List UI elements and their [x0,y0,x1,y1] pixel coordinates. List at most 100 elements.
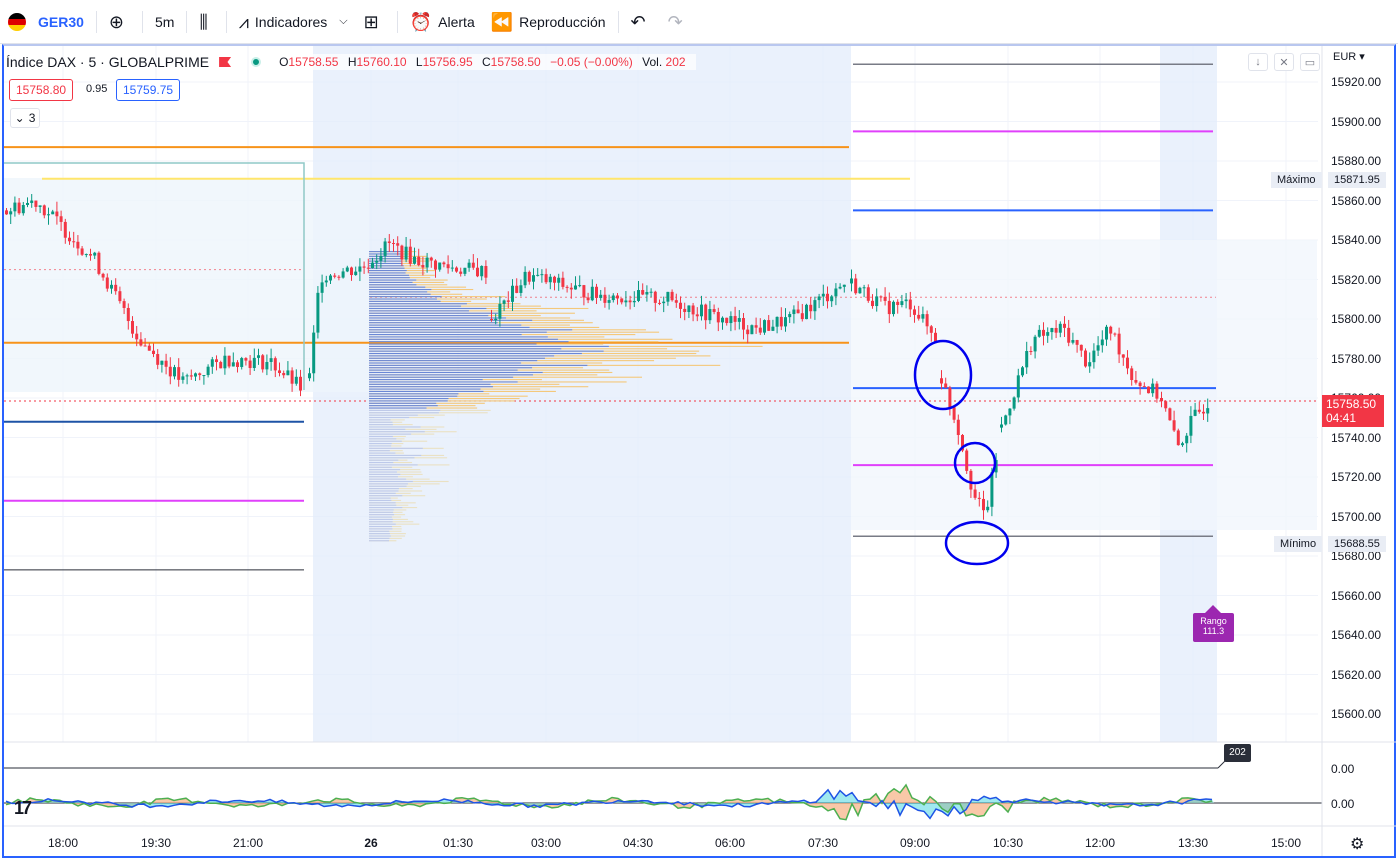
profile-bar-volume [369,395,458,397]
profile-bar-volume [369,272,406,274]
candle-body [80,248,84,255]
collapse-indicators-button[interactable]: ⌄ 3 [10,108,40,128]
profile-bar-volume [369,509,394,511]
candle-body [135,333,139,340]
candle-body [9,211,13,215]
candle-body [189,375,193,377]
candle-body [1067,327,1071,343]
candle-body [624,300,628,303]
price-tick: 15840.00 [1331,233,1382,247]
profile-bar-volume [369,310,469,312]
candle-body [231,362,235,367]
candle-body [763,320,766,333]
candle-body [775,316,779,327]
arrow-down-icon[interactable]: ↓ [1248,53,1268,71]
profile-bar-volume [369,438,397,440]
candle-body [1100,339,1104,346]
candle-body [282,373,286,376]
candle-body [185,375,189,377]
candle-body [1004,415,1008,425]
candle-body [813,300,817,312]
candle-body [89,254,92,256]
profile-bar-volume [369,324,522,326]
tradingview-logo[interactable]: 17 [14,798,32,819]
profile-bar-volume [369,336,548,338]
maximize-pane-icon[interactable]: ▭ [1300,53,1320,71]
candle-body [471,262,475,268]
profile-bar-volume [369,407,427,409]
candle-body [616,295,619,299]
candle-body [1185,435,1189,444]
profile-bar-volume [369,447,423,449]
candle-body [1117,333,1121,355]
profile-bar-volume [369,300,441,302]
change-value: −0.05 (−0.00%) [550,55,633,69]
market-status-icon[interactable] [251,57,262,67]
candle-body [904,299,908,302]
candle-body [366,267,370,269]
candle-body [540,274,544,276]
currency-selector[interactable]: EUR ▾ [1333,50,1365,63]
bar-countdown: 04:41 [1326,411,1357,425]
candle-body [896,301,900,305]
candle-body [371,262,374,268]
candle-body [595,286,598,298]
price-chart[interactable] [0,0,1398,860]
candle-body [569,287,573,290]
open-value: 15758.55 [288,55,339,69]
oscillator-line-blue [5,788,1213,820]
profile-bar-volume [369,419,391,421]
profile-bar-volume [369,362,522,364]
buy-button[interactable]: 15759.75 [116,79,181,101]
profile-bar-volume [369,514,395,516]
candle-body [269,358,273,362]
time-tick: 15:00 [1270,836,1302,850]
candle-body [55,211,59,217]
sell-button[interactable]: 15758.80 [9,79,74,101]
profile-bar-volume [369,393,459,395]
range-badge[interactable]: Rango 111.3 [1193,613,1234,642]
profile-bar-volume [369,383,491,385]
time-tick: 10:30 [992,836,1024,850]
candle-body [750,325,754,335]
indicator-scale-top: 0.00 [1331,762,1355,776]
candle-body [219,362,223,369]
candle-body [324,280,328,283]
profile-bar-volume [369,326,530,328]
candle-body [59,216,63,222]
profile-bar-volume [369,416,410,419]
candle-body [695,314,699,317]
price-tick: 15640.00 [1331,628,1382,642]
candle-body [1016,375,1020,398]
profile-bar-volume [369,471,397,473]
current-price: 15758.50 [1326,397,1377,411]
candle-body [502,300,506,304]
candle-body [842,284,846,287]
candle-body [948,387,952,408]
max-value-tag: 15871.95 [1328,172,1386,188]
candle-body [544,274,548,283]
profile-bar-volume [369,445,392,447]
series-title: Índice DAX · 5 · GLOBALPRIME [6,54,210,70]
price-tick: 15860.00 [1331,193,1382,208]
collapse-pane-icon[interactable]: ✕ [1274,53,1294,71]
max-value: 15871.95 [1334,174,1380,186]
profile-bar-volume [369,424,393,426]
profile-bar-volume [369,319,533,321]
candle-body [387,241,391,244]
candle-body [862,287,866,289]
candle-body [379,255,383,261]
gear-icon[interactable]: ⚙ [1350,834,1364,854]
time-tick: 07:30 [807,836,839,850]
profile-bar-volume [369,504,397,506]
candle-body [404,246,408,260]
candle-body [210,359,214,367]
profile-bar-volume [369,357,545,359]
value-area-shade [851,240,1317,530]
candle-body [1121,354,1125,358]
time-tick: 26 [364,836,378,850]
candle-body [800,313,804,320]
flag-marker-icon[interactable] [219,57,232,67]
candle-body [578,285,582,287]
candle-body [779,316,783,327]
